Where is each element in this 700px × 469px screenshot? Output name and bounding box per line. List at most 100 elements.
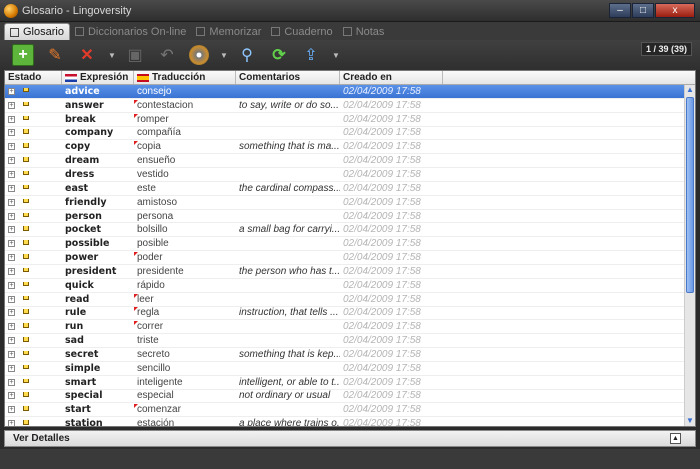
expression-cell: company [65,127,114,139]
expand-icon[interactable]: + [8,170,15,178]
expand-icon[interactable]: + [8,281,15,289]
disc-icon[interactable] [188,44,210,66]
table-row[interactable]: + friendly amistoso 02/04/2009 17:58 [5,196,695,210]
expand-icon[interactable]: + [8,350,15,358]
translation-cell: inteligente [134,377,236,388]
minimize-button[interactable]: – [609,3,631,18]
table-row[interactable]: + east este the cardinal compass... 02/04/20… [5,182,695,196]
table-row[interactable]: + advice consejo 02/04/2009 17:58 [5,85,695,99]
tab-label: Memorizar [209,25,262,38]
status-bar [0,449,700,469]
row-status: + [5,392,62,400]
translation-cell: ensueño [134,155,236,166]
details-panel-bar[interactable]: Ver Detalles ▲ [4,430,696,447]
expand-icon[interactable]: + [8,254,15,262]
status-marker-icon [23,129,29,134]
tab-memorizar[interactable]: Memorizar [191,23,266,40]
delete-icon[interactable]: ✕ [76,44,98,66]
expand-icon[interactable]: + [8,87,15,95]
scroll-thumb[interactable] [686,97,694,293]
expand-icon[interactable]: + [8,267,15,275]
translation-cell: compañía [134,127,236,138]
save-icon[interactable]: ▣ [124,44,146,66]
expand-icon[interactable]: + [8,157,15,165]
table-row[interactable]: + start comenzar 02/04/2009 17:58 [5,403,695,418]
tab-notas[interactable]: Notas [338,23,390,40]
table-row[interactable]: + secret secreto something that is kep... 02… [5,348,695,362]
table-row[interactable]: + pocket bolsillo a small bag for carryi...… [5,223,695,238]
expression-cell: friendly [65,196,107,208]
expression-cell: possible [65,238,110,250]
scroll-down-icon[interactable]: ▼ [685,416,695,426]
expand-icon[interactable]: + [8,337,15,345]
table-row[interactable]: + simple sencillo 02/04/2009 17:58 [5,362,695,376]
translation-cell: sencillo [134,363,236,374]
edit-icon[interactable]: ✎ [44,44,66,66]
created-cell: 02/04/2009 17:58 [343,196,421,208]
translation-text: bolsillo [137,224,168,236]
row-status: + [5,184,62,192]
expand-icon[interactable]: + [8,198,15,206]
expand-icon[interactable]: + [8,101,15,109]
tab-cuaderno[interactable]: Cuaderno [266,23,337,40]
table-row[interactable]: + person persona 02/04/2009 17:58 [5,210,695,224]
scroll-up-icon[interactable]: ▲ [685,85,695,95]
expand-icon[interactable]: + [8,212,15,220]
expand-details-icon[interactable]: ▲ [670,433,681,444]
column-header-creado[interactable]: Creado en [340,71,443,84]
expand-icon[interactable]: + [8,184,15,192]
chevron-down-icon[interactable]: ▼ [332,44,340,66]
table-row[interactable]: + smart inteligente intelligent, or able to… [5,376,695,390]
expand-icon[interactable]: + [8,129,15,137]
table-row[interactable]: + rule regla instruction, that tells ... 02/… [5,307,695,321]
expand-icon[interactable]: + [8,143,15,151]
tab-diccionarios[interactable]: Diccionarios On-line [70,23,191,40]
chevron-down-icon[interactable]: ▼ [108,44,116,66]
table-row[interactable]: + company compañía 02/04/2009 17:58 [5,127,695,141]
table-row[interactable]: + special especial not ordinary or usual 02/… [5,390,695,404]
chevron-down-icon[interactable]: ▼ [220,44,228,66]
expand-icon[interactable]: + [8,240,15,248]
table-row[interactable]: + dress vestido 02/04/2009 17:58 [5,168,695,182]
tab-glosario[interactable]: Glosario [4,23,70,40]
vertical-scrollbar[interactable]: ▲ ▼ [684,85,695,426]
table-row[interactable]: + read leer 02/04/2009 17:58 [5,293,695,307]
undo-icon[interactable]: ↶ [156,44,178,66]
expand-icon[interactable]: + [8,323,15,331]
table-row[interactable]: + station estación a place where trains o..… [5,417,695,426]
status-marker-icon [23,337,29,342]
expand-icon[interactable]: + [8,406,15,414]
expand-icon[interactable]: + [8,295,15,303]
column-header-estado[interactable]: Estado [5,71,62,84]
search-icon[interactable]: ⚲ [236,44,258,66]
close-button[interactable]: x [655,3,695,18]
column-header-comentarios[interactable]: Comentarios [236,71,340,84]
table-row[interactable]: + sad triste 02/04/2009 17:58 [5,334,695,349]
table-row[interactable]: + copy copia something that is ma... 02/04/2… [5,140,695,155]
expand-icon[interactable]: + [8,420,15,426]
expand-icon[interactable]: + [8,115,15,123]
expand-icon[interactable]: + [8,392,15,400]
expand-icon[interactable]: + [8,364,15,372]
table-row[interactable]: + quick rápido 02/04/2009 17:58 [5,279,695,293]
export-icon[interactable]: ⇪ [300,44,322,66]
table-row[interactable]: + break romper 02/04/2009 17:58 [5,113,695,127]
table-row[interactable]: + run correr 02/04/2009 17:58 [5,320,695,335]
app-logo-icon [4,3,18,18]
add-icon[interactable]: + [12,44,34,66]
table-row[interactable]: + power poder 02/04/2009 17:58 [5,251,695,265]
expand-icon[interactable]: + [8,309,15,317]
column-header-traduccion[interactable]: Traducción [134,71,236,84]
translation-cell: consejo [134,86,236,97]
expand-icon[interactable]: + [8,378,15,386]
expand-icon[interactable]: + [8,226,15,234]
maximize-button[interactable]: □ [632,3,654,18]
column-header-expresion[interactable]: Expresión [62,71,134,84]
table-row[interactable]: + answer contestacion to say, write or do s… [5,99,695,113]
refresh-icon[interactable]: ⟳ [268,44,290,66]
table-row[interactable]: + dream ensueño 02/04/2009 17:58 [5,154,695,169]
table-row[interactable]: + possible posible 02/04/2009 17:58 [5,237,695,252]
table-row[interactable]: + president presidente the person who has t… [5,265,695,279]
translation-cell: estación [134,418,236,426]
row-status: + [5,226,62,234]
